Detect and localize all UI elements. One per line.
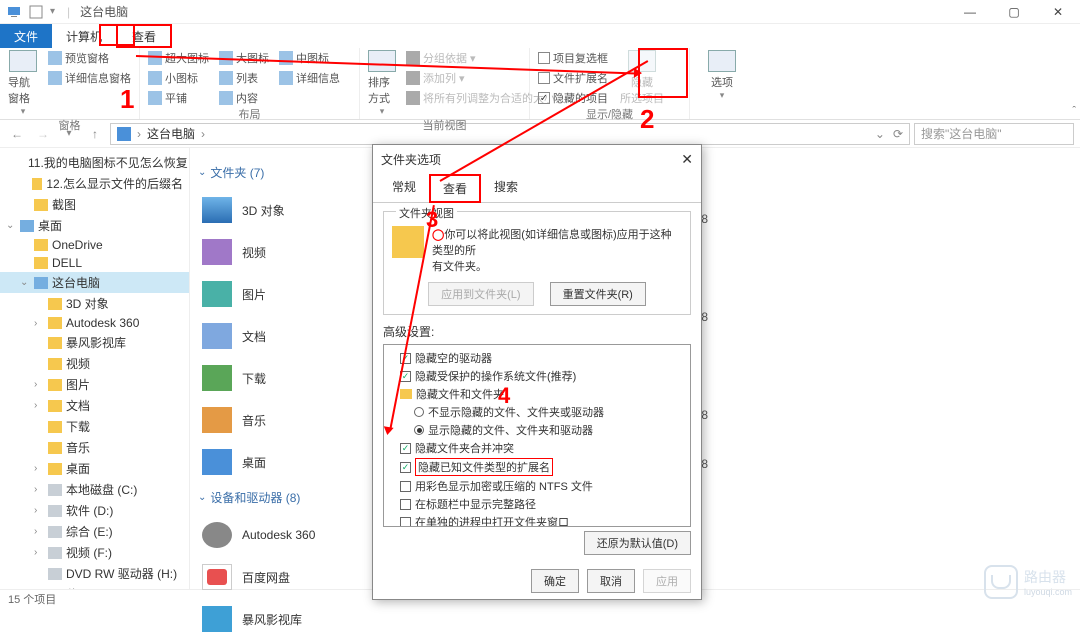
content-item[interactable]: 文档 — [198, 315, 352, 357]
adv-setting-item[interactable]: 在单独的进程中打开文件夹窗口 — [386, 513, 688, 527]
view-tiles[interactable]: 平铺 — [148, 90, 209, 106]
content-item[interactable]: 百度网盘 — [198, 556, 352, 598]
close-button[interactable]: ✕ — [1036, 0, 1080, 24]
adv-setting-item[interactable]: ✓隐藏受保护的操作系统文件(推荐) — [386, 367, 688, 385]
annotation-1: 1 — [120, 84, 134, 115]
tree-node[interactable]: 3D 对象 — [0, 293, 189, 314]
view-details[interactable]: 详细信息 — [279, 70, 340, 86]
details-pane-button[interactable]: 详细信息窗格 — [48, 70, 131, 86]
cancel-button[interactable]: 取消 — [587, 569, 635, 593]
options-button[interactable]: 选项 ▾ — [698, 50, 746, 101]
advanced-settings-list[interactable]: ✓隐藏空的驱动器✓隐藏受保护的操作系统文件(推荐)隐藏文件和文件夹不显示隐藏的文… — [383, 344, 691, 527]
tree-node[interactable]: ›综合 (E:) — [0, 521, 189, 542]
group-folders-header[interactable]: ⌄文件夹 (7) — [198, 164, 352, 181]
nav-tree[interactable]: 11.我的电脑图标不见怎么恢复12.怎么显示文件的后缀名截图⌄桌面OneDriv… — [0, 148, 190, 589]
breadcrumb-root[interactable]: 这台电脑 — [147, 125, 195, 142]
tree-node[interactable]: ›视频 (F:) — [0, 542, 189, 563]
restore-defaults-button[interactable]: 还原为默认值(D) — [584, 531, 691, 555]
maximize-button[interactable]: ▢ — [992, 0, 1036, 24]
tree-node[interactable]: ›图片 — [0, 374, 189, 395]
ribbon: 导航窗格 ▾ 预览窗格 详细信息窗格 窗格 超大图标 小图标 平铺 大图标 列表… — [0, 48, 1080, 120]
tree-node[interactable]: 暴风影视库 — [0, 332, 189, 353]
title-bar: ▾ | 这台电脑 — ▢ ✕ — [0, 0, 1080, 24]
adv-setting-item[interactable]: ✓隐藏已知文件类型的扩展名 — [386, 457, 688, 477]
tree-node[interactable]: 12.怎么显示文件的后缀名 — [0, 173, 189, 194]
tree-node[interactable]: 视频 — [0, 353, 189, 374]
content-item[interactable]: Autodesk 360 — [198, 514, 352, 556]
tab-file[interactable]: 文件 — [0, 24, 52, 48]
tree-node[interactable]: ›软件 (D:) — [0, 500, 189, 521]
folder-options-dialog: 文件夹选项 ✕ 常规 查看 搜索 文件夹视图 ◯你可以将此视图(如详细信息或图标… — [372, 144, 702, 600]
advanced-settings-label: 高级设置: — [383, 323, 691, 340]
tree-node[interactable]: 下载 — [0, 416, 189, 437]
collapse-ribbon-button[interactable]: ˆ — [1072, 105, 1076, 117]
watermark: 路由器 luyouqi.com — [984, 565, 1072, 599]
dialog-close-button[interactable]: ✕ — [681, 151, 693, 168]
ok-button[interactable]: 确定 — [531, 569, 579, 593]
content-item[interactable]: 3D 对象 — [198, 189, 352, 231]
content-item[interactable]: 图片 — [198, 273, 352, 315]
view-content[interactable]: 内容 — [219, 90, 269, 106]
tree-node[interactable]: ›本地磁盘 (C:) — [0, 479, 189, 500]
content-item[interactable]: 下载 — [198, 357, 352, 399]
tree-node[interactable]: ⌄这台电脑 — [0, 272, 189, 293]
apply-button[interactable]: 应用 — [643, 569, 691, 593]
dialog-tab-search[interactable]: 搜索 — [481, 173, 531, 202]
group-devices-header[interactable]: ⌄设备和驱动器 (8) — [198, 489, 352, 506]
hide-selected-button[interactable]: 隐藏 所选项目 — [618, 50, 666, 106]
pc-icon — [6, 4, 22, 20]
tree-node[interactable]: ⌄桌面 — [0, 215, 189, 236]
adv-setting-item[interactable]: ✓隐藏文件夹合并冲突 — [386, 439, 688, 457]
tree-node[interactable]: DELL — [0, 254, 189, 272]
adv-setting-item[interactable]: 显示隐藏的文件、文件夹和驱动器 — [386, 421, 688, 439]
qat-chevron[interactable]: ▾ — [50, 6, 55, 17]
content-item[interactable]: 音乐 — [198, 399, 352, 441]
watermark-icon — [984, 565, 1018, 599]
tree-node[interactable]: 截图 — [0, 194, 189, 215]
tab-view[interactable]: 查看 — [116, 24, 172, 48]
window-title: 这台电脑 — [80, 3, 128, 20]
refresh-icon[interactable]: ⟳ — [893, 127, 903, 141]
content-item[interactable]: 桌面 — [198, 441, 352, 483]
dialog-tab-view[interactable]: 查看 — [429, 174, 481, 203]
tree-node[interactable]: 11.我的电脑图标不见怎么恢复 — [0, 152, 189, 173]
props-icon[interactable] — [28, 4, 44, 20]
tree-node[interactable]: 截图 — [0, 584, 189, 589]
tree-node[interactable]: ›桌面 — [0, 458, 189, 479]
minimize-button[interactable]: — — [948, 0, 992, 24]
tree-node[interactable]: OneDrive — [0, 236, 189, 254]
adv-setting-item[interactable]: 在标题栏中显示完整路径 — [386, 495, 688, 513]
item-checkboxes-toggle[interactable]: 项目复选框 — [538, 50, 608, 66]
dropdown-icon[interactable]: ⌄ — [875, 127, 885, 141]
reset-folders-button[interactable]: 重置文件夹(R) — [550, 282, 646, 306]
adv-setting-item[interactable]: 不显示隐藏的文件、文件夹或驱动器 — [386, 403, 688, 421]
tab-computer[interactable]: 计算机 — [52, 24, 116, 48]
dialog-tab-general[interactable]: 常规 — [379, 173, 429, 202]
nav-pane-button[interactable]: 导航窗格 ▾ — [8, 50, 38, 117]
annotation-2: 2 — [640, 104, 654, 135]
tree-node[interactable]: DVD RW 驱动器 (H:) — [0, 563, 189, 584]
search-input[interactable]: 搜索"这台电脑" — [914, 123, 1074, 145]
folder-icon — [392, 226, 424, 258]
dialog-title: 文件夹选项 — [381, 151, 441, 168]
tree-node[interactable]: 音乐 — [0, 437, 189, 458]
view-list[interactable]: 列表 — [219, 70, 269, 86]
preview-pane-button[interactable]: 预览窗格 — [48, 50, 131, 66]
item-count: 15 个项目 — [8, 591, 56, 607]
ribbon-tabs: 文件 计算机 查看 — [0, 24, 1080, 48]
adv-setting-item[interactable]: 隐藏文件和文件夹 — [386, 385, 688, 403]
content-item[interactable]: 暴风影视库 — [198, 598, 352, 640]
sort-by-button[interactable]: 排序方式 ▾ — [368, 50, 396, 117]
annotation-4: 4 — [498, 383, 510, 409]
view-sm-icons[interactable]: 小图标 — [148, 70, 209, 86]
content-item[interactable]: 视频 — [198, 231, 352, 273]
adv-setting-item[interactable]: 用彩色显示加密或压缩的 NTFS 文件 — [386, 477, 688, 495]
adv-setting-item[interactable]: ✓隐藏空的驱动器 — [386, 349, 688, 367]
apply-to-folders-button[interactable]: 应用到文件夹(L) — [428, 282, 533, 306]
tree-node[interactable]: ›Autodesk 360 — [0, 314, 189, 332]
tree-node[interactable]: ›文档 — [0, 395, 189, 416]
